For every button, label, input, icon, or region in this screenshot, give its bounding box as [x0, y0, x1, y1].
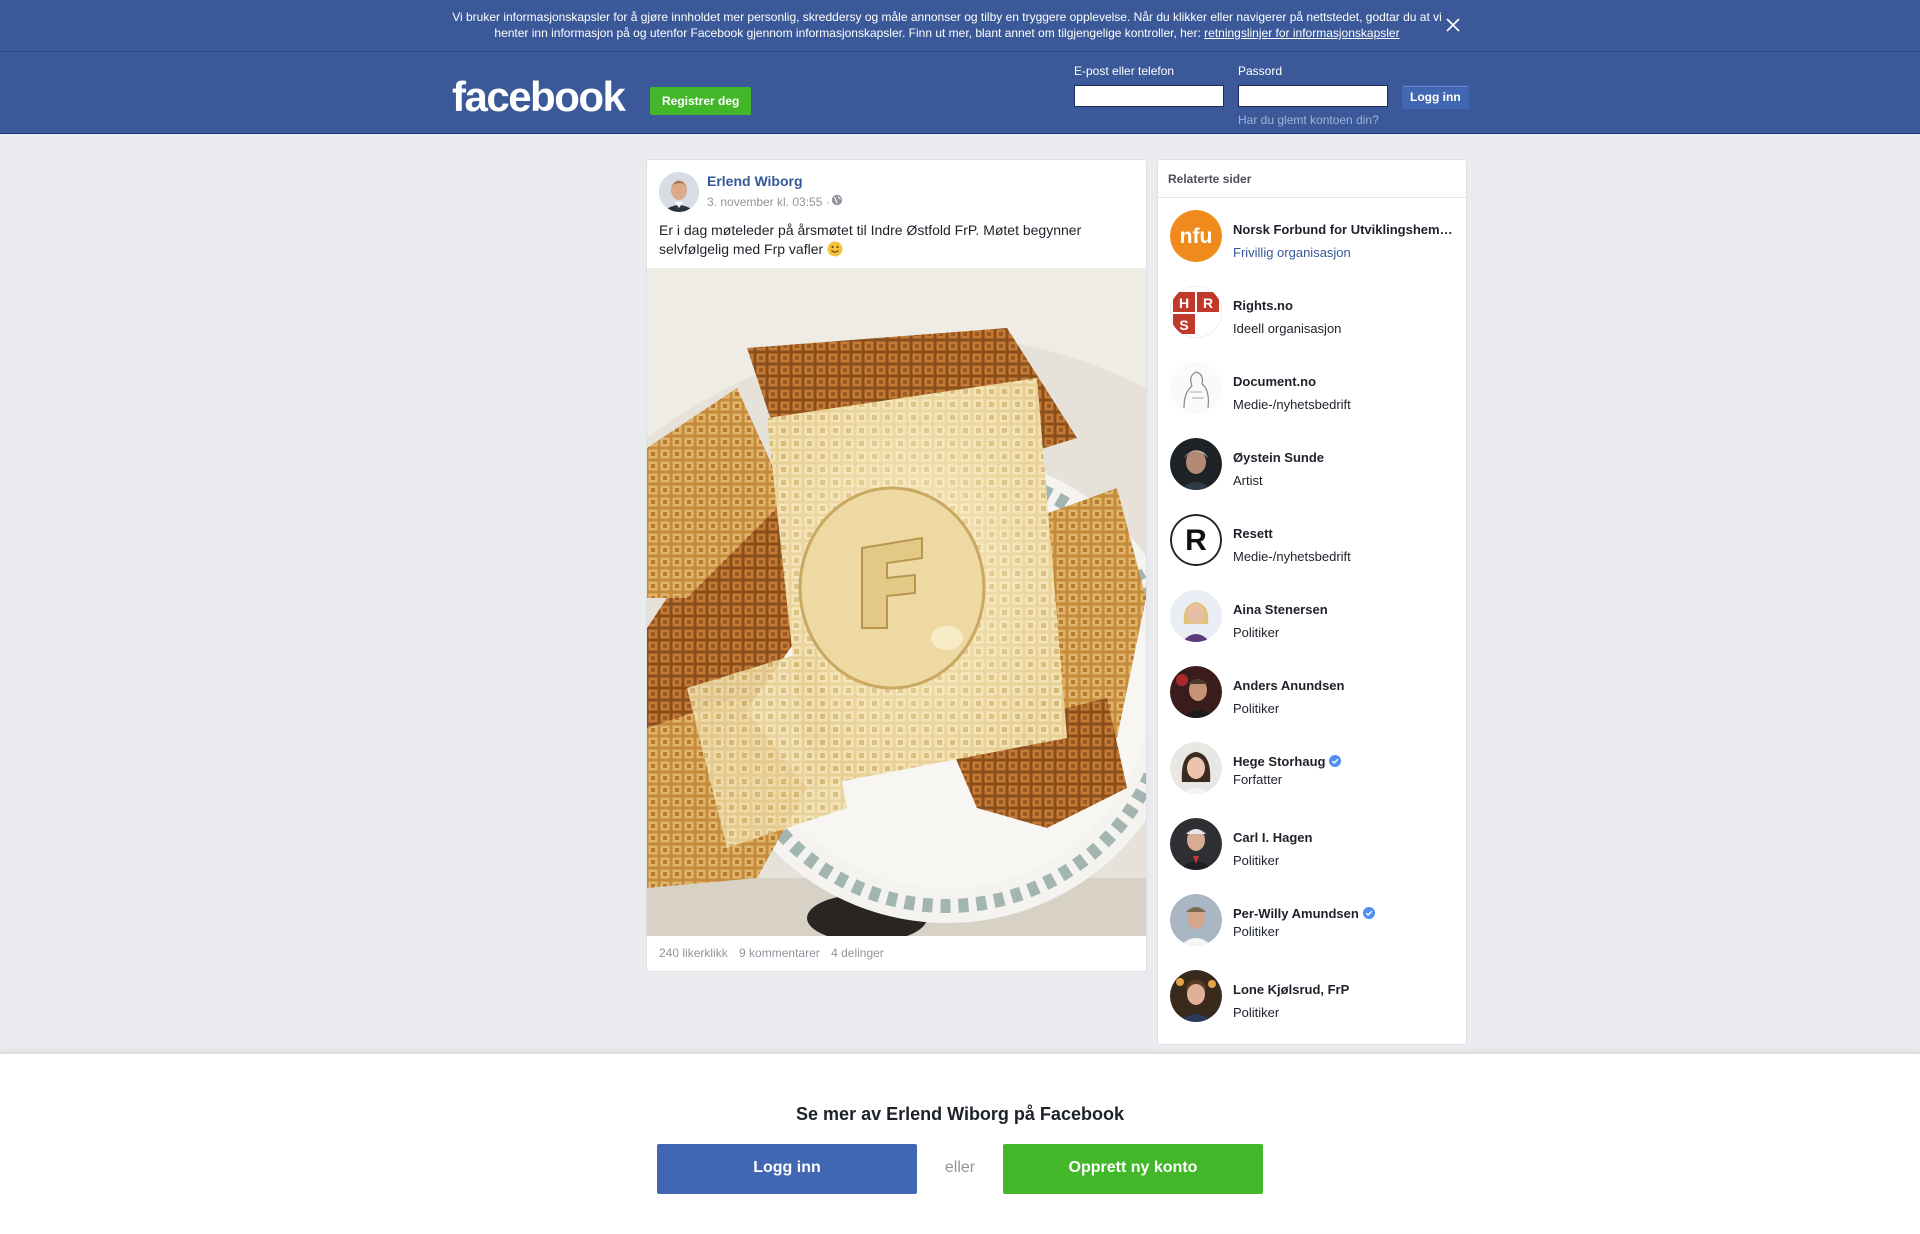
author-avatar[interactable] — [659, 172, 699, 212]
cookie-banner: Vi bruker informasjonskapsler for å gjør… — [0, 0, 1920, 52]
related-pages-title: Relaterte sider — [1158, 160, 1466, 198]
related-page-category: Forfatter — [1233, 772, 1283, 787]
svg-text:H: H — [1179, 295, 1189, 311]
login-button[interactable]: Logg inn — [1402, 85, 1469, 109]
related-page-name-text: Hege Storhaug — [1233, 754, 1326, 769]
top-header: facebook Registrer deg E-post eller tele… — [0, 52, 1920, 134]
related-page-category: Artist — [1233, 473, 1263, 488]
person-avatar — [1170, 894, 1222, 946]
verified-badge-icon — [1329, 755, 1342, 767]
email-field[interactable] — [1074, 85, 1224, 107]
related-page-name: Per-Willy Amundsen — [1233, 906, 1453, 921]
related-page-name: Carl I. Hagen — [1233, 830, 1313, 845]
post-photo[interactable] — [647, 268, 1146, 936]
related-page-name: Aina Stenersen — [1233, 602, 1328, 617]
hrs-logo-avatar: H RS — [1170, 286, 1222, 338]
svg-text:R: R — [1203, 295, 1213, 311]
create-account-button[interactable]: Opprett ny konto — [1003, 1144, 1263, 1194]
register-button[interactable]: Registrer deg — [650, 87, 752, 115]
related-page-item[interactable]: Lone Kjølsrud, FrP Politiker — [1170, 970, 1460, 1026]
related-page-item[interactable]: Document.no Medie-/nyhetsbedrift — [1170, 362, 1460, 418]
document-logo-avatar — [1170, 362, 1222, 414]
related-page-name: Norsk Forbund for Utviklingshemmede — [1233, 222, 1453, 237]
smile-emoji-icon — [827, 241, 843, 257]
email-label: E-post eller telefon — [1074, 64, 1175, 78]
related-page-item[interactable]: Anders Anundsen Politiker — [1170, 666, 1460, 722]
password-field[interactable] — [1238, 85, 1388, 107]
related-page-name: Øystein Sunde — [1233, 450, 1325, 465]
related-page-category: Politiker — [1233, 1005, 1280, 1020]
related-page-name: Rights.no — [1233, 298, 1293, 313]
related-page-item[interactable]: Øystein Sunde Artist — [1170, 438, 1460, 494]
related-page-category: Politiker — [1233, 625, 1280, 640]
close-icon[interactable] — [1442, 14, 1464, 36]
related-pages-panel: Relaterte sider nfu Norsk Forbund for Ut… — [1157, 159, 1467, 1045]
related-page-category: Medie-/nyhetsbedrift — [1233, 397, 1351, 412]
login-prompt-title: Se mer av Erlend Wiborg på Facebook — [796, 1104, 1124, 1124]
author-name[interactable]: Erlend Wiborg — [707, 173, 803, 189]
related-page-category: Ideell organisasjon — [1233, 321, 1342, 336]
login-prompt-bar: Se mer av Erlend Wiborg på Facebook Logg… — [0, 1054, 1920, 1234]
post-body: Er i dag møteleder på årsmøtet til Indre… — [659, 222, 1082, 257]
comments-count[interactable]: 9 kommentarer — [739, 946, 820, 960]
person-avatar — [1170, 666, 1222, 718]
post-stats: 240 likerklikk 9 kommentarer 4 delinger — [659, 946, 892, 960]
related-page-name: Lone Kjølsrud, FrP — [1233, 982, 1350, 997]
related-page-item[interactable]: HRS Rights.no Ideell organisasjon — [1170, 286, 1460, 342]
post-text: Er i dag møteleder på årsmøtet til Indre… — [659, 221, 1129, 259]
related-page-category: Medie-/nyhetsbedrift — [1233, 549, 1351, 564]
person-avatar — [1170, 970, 1222, 1022]
person-avatar — [1170, 438, 1222, 490]
related-page-item[interactable]: nfu Norsk Forbund for Utviklingshemmede … — [1170, 210, 1460, 266]
svg-text:S: S — [1179, 317, 1188, 333]
or-separator: eller — [944, 1159, 976, 1176]
svg-text:R: R — [1185, 524, 1207, 557]
related-page-name: Document.no — [1233, 374, 1317, 389]
cookie-policy-link[interactable]: retningslinjer for informasjonskapsler — [1204, 26, 1399, 40]
person-avatar — [1170, 590, 1222, 642]
resett-logo-avatar: R — [1170, 514, 1222, 566]
globe-icon — [831, 194, 843, 206]
related-page-category: Politiker — [1233, 701, 1280, 716]
person-avatar — [1170, 818, 1222, 870]
related-page-item[interactable]: Per-Willy Amundsen Politiker — [1170, 894, 1460, 950]
related-page-name: Hege Storhaug — [1233, 754, 1453, 769]
verified-badge-icon — [1362, 907, 1375, 919]
related-page-item[interactable]: Carl I. Hagen Politiker — [1170, 818, 1460, 874]
bottom-login-button[interactable]: Logg inn — [657, 1144, 917, 1194]
cookie-text: Vi bruker informasjonskapsler for å gjør… — [452, 9, 1442, 41]
related-page-item[interactable]: Aina Stenersen Politiker — [1170, 590, 1460, 646]
person-avatar — [1170, 742, 1222, 794]
related-page-name-text: Per-Willy Amundsen — [1233, 906, 1359, 921]
related-page-category: Politiker — [1233, 853, 1280, 868]
forgot-account-link[interactable]: Har du glemt kontoen din? — [1238, 113, 1379, 127]
likes-count[interactable]: 240 likerklikk — [659, 946, 728, 960]
svg-text:nfu: nfu — [1180, 225, 1213, 248]
password-label: Passord — [1238, 64, 1283, 78]
related-page-name: Resett — [1233, 526, 1273, 541]
post-timestamp[interactable]: 3. november kl. 03:55 · — [707, 195, 830, 209]
related-page-item[interactable]: R Resett Medie-/nyhetsbedrift — [1170, 514, 1460, 570]
nfu-logo-avatar: nfu — [1170, 210, 1222, 262]
related-page-category[interactable]: Frivillig organisasjon — [1233, 245, 1351, 260]
shares-count[interactable]: 4 delinger — [831, 946, 884, 960]
post-card: Erlend Wiborg 3. november kl. 03:55 · Er… — [646, 159, 1147, 972]
related-page-item[interactable]: Hege Storhaug Forfatter — [1170, 742, 1460, 798]
related-page-name: Anders Anundsen — [1233, 678, 1345, 693]
related-page-category: Politiker — [1233, 924, 1280, 939]
facebook-logo[interactable]: facebook — [452, 76, 626, 118]
